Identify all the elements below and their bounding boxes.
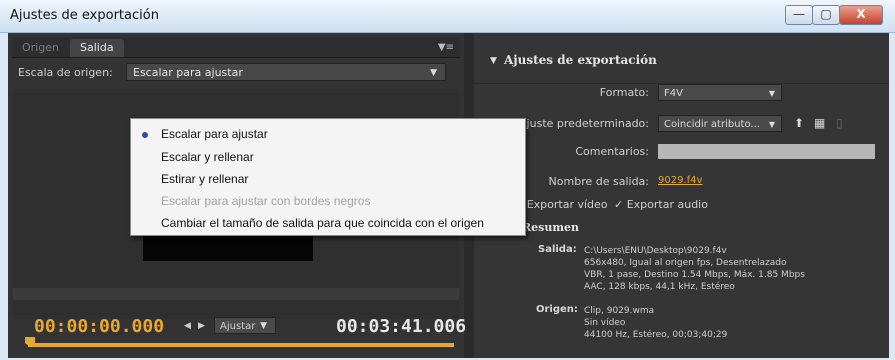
summary-line: 44100 Hz, Estéreo, 00;03;40;29 bbox=[584, 330, 728, 340]
summary-source-text: Clip, 9029.wma Sin vídeo 44100 Hz, Estér… bbox=[584, 305, 727, 341]
summary-line: VBR, 1 pase, Destino 1.54 Mbps, Máx. 1.8… bbox=[584, 270, 805, 280]
menu-item-cambiar-tamano[interactable]: Cambiar el tamaño de salida para que coi… bbox=[161, 216, 484, 230]
tab-bar: Origen Salida ▼≡ bbox=[12, 37, 460, 58]
timecode-current[interactable]: 00:00:00.000 bbox=[34, 316, 164, 337]
summary-line: Clip, 9029.wma bbox=[584, 306, 655, 316]
chevron-down-icon: ▼ bbox=[768, 120, 775, 129]
preview-scrollbar[interactable] bbox=[13, 288, 459, 300]
output-name-link[interactable]: 9029.f4v bbox=[658, 175, 702, 186]
title-bar: Ajustes de exportación — ▢ X bbox=[0, 0, 895, 33]
export-audio-label: Exportar audio bbox=[626, 198, 708, 211]
tab-origen[interactable]: Origen bbox=[12, 39, 69, 57]
format-select[interactable]: F4V ▼ bbox=[658, 84, 782, 101]
summary-source-label: Origen: bbox=[536, 304, 578, 315]
chevron-down-icon: ▼ bbox=[260, 321, 267, 331]
fit-select[interactable]: Ajustar ▼ bbox=[214, 317, 276, 334]
scale-label: Escala de origen: bbox=[18, 66, 113, 79]
menu-item-estirar-rellenar[interactable]: Estirar y rellenar bbox=[161, 172, 248, 186]
export-audio-checkbox[interactable]: ✓ Exportar audio bbox=[614, 198, 708, 211]
window-controls: — ▢ X bbox=[785, 5, 883, 25]
menu-item-escalar-rellenar[interactable]: Escalar y rellenar bbox=[161, 150, 254, 164]
preset-label: Ajuste predeterminado: bbox=[519, 117, 649, 130]
selected-bullet-icon bbox=[142, 132, 148, 138]
menu-item-escalar-ajustar[interactable]: Escalar para ajustar bbox=[161, 127, 268, 141]
preset-select-value: Coincidir atributo... bbox=[664, 119, 760, 130]
export-settings-panel: ▼ Ajustes de exportación Formato: F4V ▼ … bbox=[474, 33, 889, 358]
summary-output-text: C:\Users\ENU\Desktop\9029.f4v 656x480, I… bbox=[584, 245, 805, 293]
chevron-down-icon: ▼ bbox=[768, 89, 775, 98]
scale-select[interactable]: Escalar para ajustar ▼ bbox=[126, 63, 446, 81]
collapse-triangle-icon[interactable]: ▼ bbox=[490, 56, 497, 66]
panel-menu-icon[interactable]: ▼≡ bbox=[438, 42, 454, 53]
export-video-checkbox[interactable]: ✓ Exportar vídeo bbox=[514, 198, 608, 211]
fit-select-value: Ajustar bbox=[220, 321, 256, 332]
export-settings-window: Ajustes de exportación — ▢ X Origen Sali… bbox=[0, 0, 895, 360]
save-preset-icon[interactable]: ⬆ bbox=[794, 116, 804, 130]
menu-item-bordes-negros: Escalar para ajustar con bordes negros bbox=[161, 194, 371, 208]
mark-out-icon[interactable]: ▶ bbox=[198, 321, 205, 331]
delete-preset-icon[interactable]: ▯ bbox=[836, 116, 843, 130]
summary-line: Sin vídeo bbox=[584, 318, 626, 328]
mark-in-icon[interactable]: ◀ bbox=[184, 321, 191, 331]
summary-header: Resumen bbox=[522, 221, 579, 234]
preset-select[interactable]: Coincidir atributo... ▼ bbox=[658, 115, 782, 132]
timeline-bar[interactable] bbox=[28, 343, 454, 347]
import-preset-icon[interactable]: ▦ bbox=[814, 116, 825, 130]
chevron-down-icon: ▼ bbox=[430, 68, 437, 78]
output-name-label: Nombre de salida: bbox=[548, 175, 649, 188]
timecode-duration: 00:03:41.006 bbox=[336, 316, 467, 337]
summary-line: C:\Users\ENU\Desktop\9029.f4v bbox=[584, 246, 727, 256]
minimize-button[interactable]: — bbox=[785, 5, 813, 25]
summary-line: AAC, 128 kbps, 44,1 kHz, Estéreo bbox=[584, 282, 735, 292]
window-title: Ajustes de exportación bbox=[10, 8, 159, 23]
maximize-button[interactable]: ▢ bbox=[812, 5, 840, 25]
export-settings-header: Ajustes de exportación bbox=[504, 53, 657, 67]
scale-select-value: Escalar para ajustar bbox=[133, 66, 243, 79]
summary-output-label: Salida: bbox=[538, 244, 577, 255]
comments-input[interactable] bbox=[658, 144, 875, 159]
export-video-label: Exportar vídeo bbox=[526, 198, 608, 211]
summary-line: 656x480, Igual al origen fps, Desentrela… bbox=[584, 258, 787, 268]
close-button[interactable]: X bbox=[839, 5, 883, 25]
scale-dropdown-menu: Escalar para ajustar Escalar y rellenar … bbox=[130, 118, 526, 236]
dialog-body: Origen Salida ▼≡ Escala de origen: Escal… bbox=[8, 33, 889, 358]
format-select-value: F4V bbox=[664, 88, 683, 99]
tab-salida[interactable]: Salida bbox=[70, 39, 124, 57]
comments-label: Comentarios: bbox=[575, 145, 649, 158]
format-label: Formato: bbox=[599, 86, 649, 99]
